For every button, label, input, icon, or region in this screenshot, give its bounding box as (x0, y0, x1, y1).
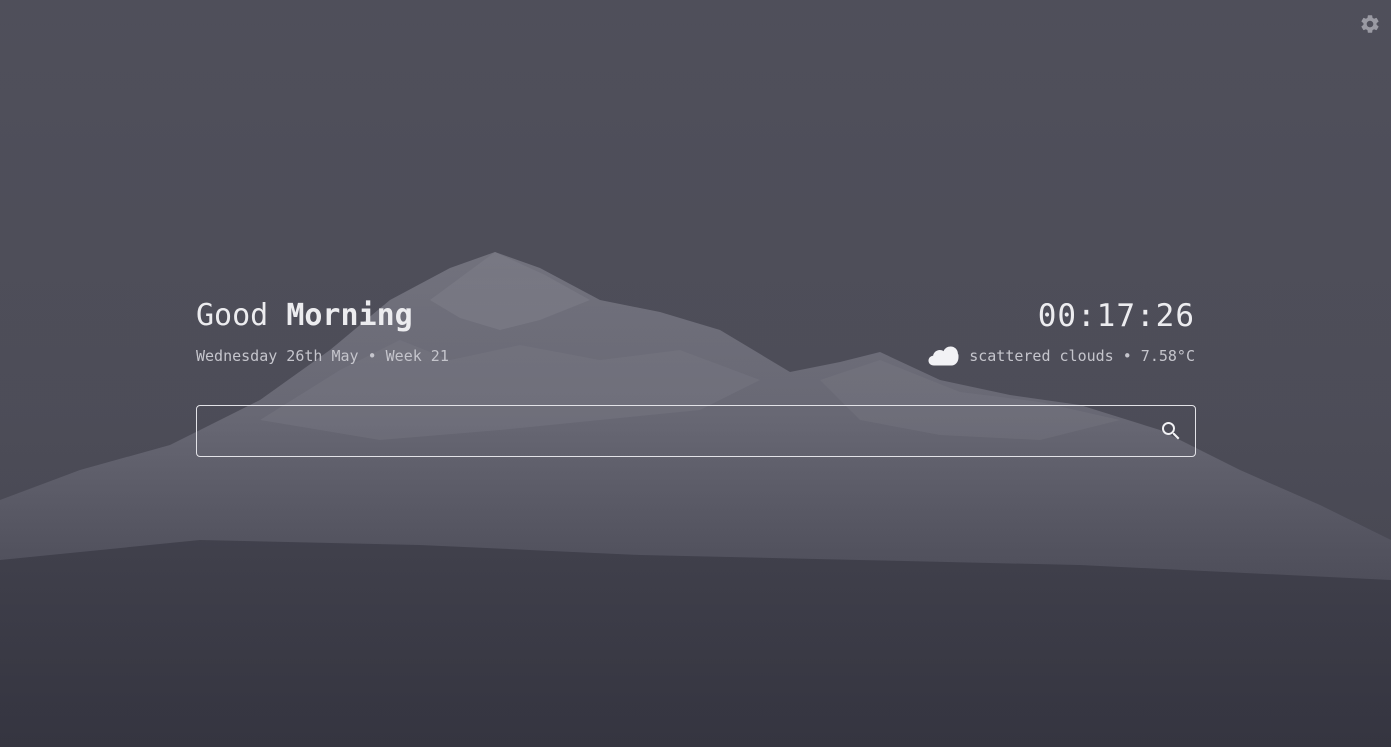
clock: 00:17:26 (1037, 298, 1195, 334)
greeting-time-of-day: Morning (286, 298, 413, 333)
search-button[interactable] (1159, 419, 1183, 443)
background-dim-overlay (0, 0, 1391, 747)
gear-icon (1361, 15, 1379, 33)
settings-button[interactable] (1359, 13, 1381, 35)
greeting-heading: Good Morning (196, 296, 413, 336)
cloud-icon (928, 346, 959, 366)
weather-text: scattered clouds • 7.58°C (969, 347, 1195, 365)
search-box (196, 405, 1196, 457)
search-icon (1162, 422, 1180, 440)
greeting-prefix: Good (196, 298, 269, 333)
weather-widget: scattered clouds • 7.58°C (928, 346, 1195, 366)
search-input[interactable] (197, 406, 1137, 456)
date-line: Wednesday 26th May • Week 21 (196, 347, 449, 365)
